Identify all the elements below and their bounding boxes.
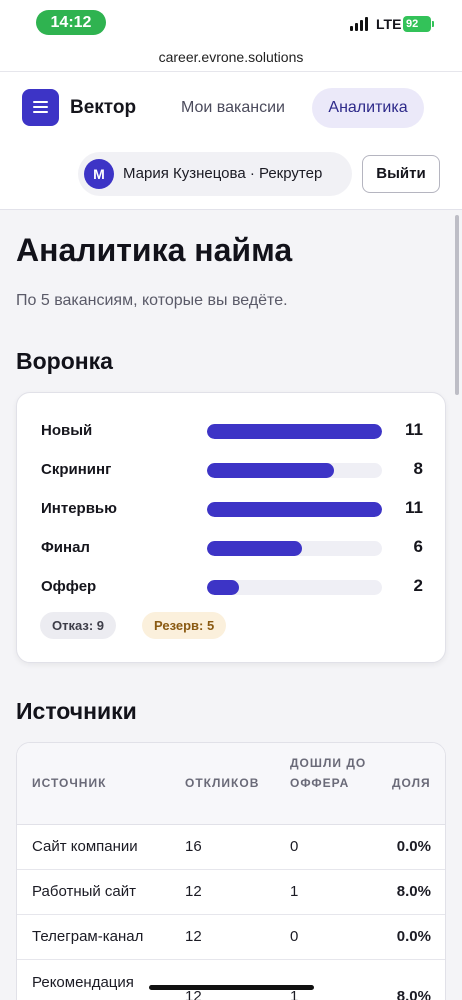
- sources-table: ИСТОЧНИК ОТКЛИКОВ ДОШЛИ ДО ОФФЕРА ДОЛЯ С…: [16, 742, 446, 1000]
- funnel-bar-fill: [207, 463, 335, 478]
- table-header: ИСТОЧНИК ОТКЛИКОВ ДОШЛИ ДО ОФФЕРА ДОЛЯ: [17, 743, 445, 825]
- column-header-offers: ДОШЛИ ДО ОФФЕРА: [290, 756, 367, 790]
- cell-offers: 0: [290, 928, 299, 945]
- column-header-share: ДОЛЯ: [392, 776, 431, 790]
- column-header-responses: ОТКЛИКОВ: [185, 776, 260, 790]
- cell-offers: 0: [290, 838, 299, 855]
- funnel-stage-label: Скрининг: [41, 461, 112, 478]
- user-chip[interactable]: М Мария Кузнецова · Рекрутер: [78, 152, 352, 196]
- app-header: Вектор Мои вакансии Аналитика М Мария Ку…: [0, 72, 462, 210]
- user-name: Мария Кузнецова · Рекрутер: [123, 165, 323, 182]
- funnel-stage-label: Интервью: [41, 500, 117, 517]
- funnel-stage-value: 8: [413, 459, 423, 478]
- cell-responses: 12: [185, 883, 202, 900]
- cell-share: 0.0%: [396, 838, 431, 855]
- cell-share: 0.0%: [396, 928, 431, 945]
- funnel-bar-track: [207, 541, 382, 556]
- funnel-row: Новый 11: [17, 418, 447, 444]
- nav-tab-analytics[interactable]: Аналитика: [312, 88, 424, 128]
- funnel-stage-value: 11: [405, 420, 423, 439]
- url-text: career.evrone.solutions: [158, 49, 304, 65]
- funnel-stage-label: Новый: [41, 422, 93, 439]
- funnel-stage-value: 6: [413, 537, 423, 556]
- table-row: Работный сайт 12 1 8.0%: [17, 870, 445, 915]
- funnel-row: Интервью 11: [17, 496, 447, 522]
- column-header-source: ИСТОЧНИК: [32, 776, 107, 790]
- funnel-bar-track: [207, 502, 382, 517]
- table-row: Телеграм-канал 12 0 0.0%: [17, 915, 445, 960]
- sources-heading: Источники: [16, 698, 137, 724]
- network-label: LTE: [376, 16, 402, 32]
- cell-source: Работный сайт: [32, 883, 137, 900]
- clock: 14:12: [36, 10, 106, 35]
- address-bar[interactable]: career.evrone.solutions: [0, 44, 462, 72]
- funnel-row: Финал 6: [17, 535, 447, 561]
- funnel-bar-fill: [207, 541, 303, 556]
- funnel-bar-track: [207, 580, 382, 595]
- cell-responses: 16: [185, 838, 202, 855]
- battery-level: 92: [406, 18, 419, 30]
- funnel-stage-value: 11: [405, 498, 423, 517]
- battery-icon: 92: [403, 16, 434, 32]
- cell-source: Сайт компании: [32, 838, 138, 855]
- nav-tab-vacancies[interactable]: Мои вакансии: [167, 88, 299, 128]
- funnel-heading: Воронка: [16, 348, 113, 374]
- reserve-badge: Резерв: 5: [142, 612, 227, 639]
- scrollbar[interactable]: [455, 215, 459, 395]
- cell-share: 8.0%: [396, 883, 431, 900]
- avatar: М: [84, 159, 114, 189]
- funnel-row: Оффер 2: [17, 574, 447, 600]
- status-bar: 14:12 LTE 92: [0, 0, 462, 44]
- cell-source: Рекомендация: [32, 974, 134, 991]
- funnel-bar-track: [207, 463, 382, 478]
- funnel-bar-fill: [207, 580, 239, 595]
- funnel-bar-fill: [207, 502, 382, 517]
- funnel-bar-track: [207, 424, 382, 439]
- cell-responses: 12: [185, 928, 202, 945]
- brand-name[interactable]: Вектор: [70, 97, 136, 119]
- funnel-stage-label: Финал: [41, 539, 90, 556]
- home-indicator[interactable]: [149, 985, 314, 990]
- menu-button[interactable]: [22, 89, 59, 126]
- page-title: Аналитика найма: [16, 232, 293, 268]
- table-row: Рекомендация 12 1 8.0%: [17, 960, 445, 1000]
- funnel-row: Скрининг 8: [17, 457, 447, 483]
- logout-button[interactable]: Выйти: [362, 155, 440, 193]
- funnel-bar-fill: [207, 424, 382, 439]
- rejected-badge: Отказ: 9: [40, 612, 117, 639]
- cell-share: 8.0%: [396, 988, 431, 1000]
- table-row: Сайт компании 16 0 0.0%: [17, 825, 445, 870]
- funnel-stage-value: 2: [413, 576, 423, 595]
- cell-source: Телеграм-канал: [32, 928, 144, 945]
- cell-offers: 1: [290, 883, 299, 900]
- page-subtitle: По 5 вакансиям, которые вы ведёте.: [16, 292, 288, 309]
- signal-icon: [350, 17, 370, 31]
- funnel-stage-label: Оффер: [41, 578, 97, 595]
